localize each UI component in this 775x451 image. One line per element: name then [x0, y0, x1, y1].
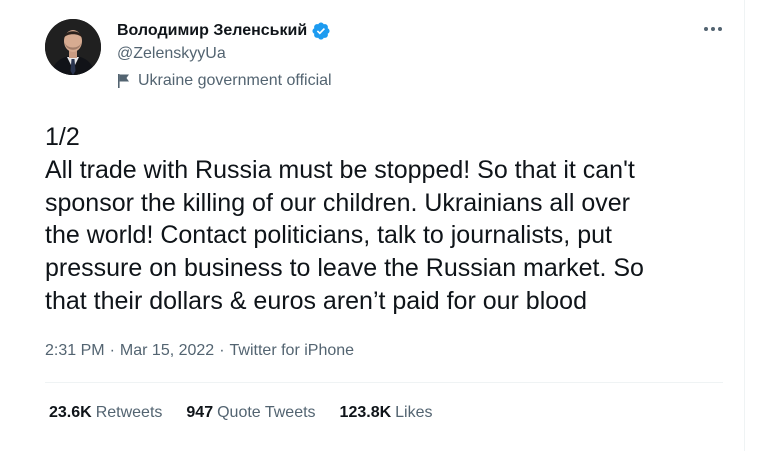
tweet-text-line: All trade with Russia must be stopped! S… [45, 155, 635, 184]
tweet-text-line: the world! Contact politicians, talk to … [45, 221, 612, 250]
divider [45, 382, 723, 383]
likes-label: Likes [395, 404, 433, 421]
retweets-count: 23.6K [49, 404, 92, 421]
retweets-label: Retweets [95, 404, 163, 421]
more-horizontal-icon [704, 27, 722, 31]
avatar-image [45, 19, 101, 75]
avatar[interactable] [45, 19, 101, 75]
government-label: Ukraine government official [117, 72, 332, 90]
meta-separator: · [109, 342, 115, 359]
tweet-text-line: pressure on business to leave the Russia… [45, 254, 644, 283]
tweet-stats: 23.6K Retweets 947 Quote Tweets 123.8K L… [49, 404, 457, 422]
tweet-text-line: sponsor the killing of our children. Ukr… [45, 188, 631, 217]
tweet-text-line: 1/2 [45, 123, 80, 151]
retweets-stat[interactable]: 23.6K Retweets [49, 404, 162, 422]
tweet-date[interactable]: Mar 15, 2022 [120, 342, 214, 360]
tweet-source[interactable]: Twitter for iPhone [230, 342, 355, 360]
tweet-text-line: that their dollars & euros aren’t paid f… [45, 286, 587, 315]
tweet-metadata: 2:31 PM · Mar 15, 2022 · Twitter for iPh… [45, 342, 354, 360]
verified-badge-icon [311, 21, 331, 41]
likes-count: 123.8K [339, 404, 392, 421]
quote-tweets-label: Quote Tweets [217, 404, 316, 421]
author-name-row: Володимир Зеленський [117, 20, 331, 42]
tweet-detail: Володимир Зеленський @ZelenskyyUa Ukrain… [0, 0, 745, 451]
likes-stat[interactable]: 123.8K Likes [340, 404, 433, 422]
meta-separator: · [219, 342, 225, 359]
government-label-text: Ukraine government official [138, 72, 332, 89]
author-display-name[interactable]: Володимир Зеленський [117, 22, 307, 40]
tweet-text: 1/2 All trade with Russia must be stoppe… [45, 121, 735, 318]
more-options-button[interactable] [697, 17, 729, 41]
tweet-time[interactable]: 2:31 PM [45, 342, 105, 360]
author-handle[interactable]: @ZelenskyyUa [117, 45, 226, 63]
flag-icon [117, 73, 131, 89]
quote-tweets-count: 947 [186, 404, 214, 421]
quote-tweets-stat[interactable]: 947 Quote Tweets [186, 404, 315, 422]
